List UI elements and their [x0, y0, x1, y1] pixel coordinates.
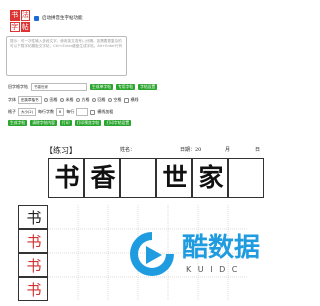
grid-size-select[interactable]: 大小(2)	[18, 108, 36, 116]
input-row-label: 田字格字帖	[8, 84, 28, 89]
generate-button[interactable]: 生成字帖	[8, 120, 28, 126]
settings-button[interactable]: 字帖设置	[138, 84, 158, 90]
grid-option-label: 田格	[49, 97, 58, 102]
textarea-placeholder: 提示：可一次性输入多段文字，使用英文逗号(,)分隔。如需要更复杂的可以下载字帖模…	[10, 39, 123, 48]
grid-cell: 书	[48, 158, 84, 198]
grid-radio[interactable]	[91, 98, 96, 102]
name-label: 姓名：	[120, 147, 136, 153]
line-checkbox-label: 横线	[130, 97, 139, 102]
gen-single-button[interactable]: 生成单字帖	[90, 84, 113, 90]
grid-cell: 香	[84, 158, 120, 198]
input-row: 田字格字帖 书香世家 生成单字帖 专用字帖 字帖设置	[8, 83, 158, 91]
big-char: 书	[54, 163, 80, 192]
site-logo: 书 法 字 帖	[10, 10, 30, 32]
special-button[interactable]: 专用字帖	[115, 84, 136, 90]
line-checkbox[interactable]	[123, 97, 129, 103]
sheet-header: 【练习】 姓名： 日期：20 月 日	[45, 145, 275, 155]
grid-radio[interactable]	[75, 98, 80, 102]
big-char: 家	[198, 163, 224, 192]
practice-char: 书	[26, 281, 42, 299]
date-label: 日期：20	[180, 147, 202, 153]
grid-option-label: 空格	[113, 97, 122, 102]
grid-cell	[228, 158, 264, 198]
logo-char: 帖	[20, 21, 30, 32]
grid-radio[interactable]	[107, 98, 112, 102]
color-select[interactable]	[76, 108, 89, 116]
char-input[interactable]: 书香世家	[31, 83, 87, 91]
grid-radio[interactable]	[43, 98, 48, 102]
watermark-text: 酷数据	[182, 233, 261, 263]
grid-cell: 书	[18, 229, 48, 253]
grid-radio[interactable]	[59, 98, 64, 102]
watermark-logo-icon	[130, 232, 174, 276]
logo-char: 法	[20, 10, 30, 21]
grid-cell: 书	[18, 253, 48, 277]
grid-cell: 书	[18, 205, 48, 229]
practice-column: 书 书 书 书	[18, 205, 48, 301]
grid-row: 格子 大小(2) 每行字数 6 每行 横线加粗	[8, 108, 113, 116]
print-settings-button[interactable]: 打印字帖设置	[104, 120, 132, 126]
day-label: 日	[255, 147, 261, 153]
color-label: 每行	[66, 109, 75, 114]
grid-option-label: 回格	[97, 97, 106, 102]
sheet-title: 【练习】	[45, 146, 77, 155]
font-label: 字体	[8, 97, 16, 102]
grid-label: 格子	[8, 109, 16, 114]
text-input-area[interactable]: 提示：可一次性输入多段文字，使用英文逗号(,)分隔。如需要更复杂的可以下载字帖模…	[6, 36, 127, 76]
month-label: 月	[225, 147, 231, 153]
grid-option-label: 方格	[81, 97, 90, 102]
grid-cell: 书	[18, 277, 48, 301]
watermark: 酷数据 K U I D C	[130, 225, 290, 285]
print-preview-button[interactable]: 打印预览字帖	[74, 120, 102, 126]
print-button[interactable]: 打印	[59, 120, 72, 126]
count-select[interactable]: 6	[55, 108, 65, 116]
clear-button[interactable]: 清除字帖内容	[30, 120, 57, 126]
grid-cell: 家	[192, 158, 228, 198]
action-row: 生成字帖 清除字帖内容 打印 打印预览字帖 打印字帖设置	[8, 120, 132, 126]
font-row: 字体 田英章楷书 田格 米格 方格 回格 空格 横线	[8, 96, 139, 104]
pinyin-checkbox-label: 启动拼音生字帖功能	[42, 16, 83, 21]
count-label: 每行字数	[37, 109, 54, 114]
grid-cell	[120, 158, 156, 198]
pinyin-toggle[interactable]: 启动拼音生字帖功能	[34, 15, 83, 21]
big-char: 世	[162, 163, 188, 192]
logo-char: 字	[10, 21, 20, 32]
font-select[interactable]: 田英章楷书	[18, 96, 42, 104]
grid-option-label: 米格	[65, 97, 74, 102]
bold-checkbox-label: 横线加粗	[97, 109, 114, 114]
watermark-sub: K U I D C	[186, 265, 240, 274]
grid-cell: 世	[156, 158, 192, 198]
logo-char: 书	[10, 10, 20, 21]
bold-checkbox[interactable]	[90, 109, 96, 115]
pinyin-checkbox[interactable]	[34, 15, 39, 21]
big-char: 香	[90, 163, 116, 192]
